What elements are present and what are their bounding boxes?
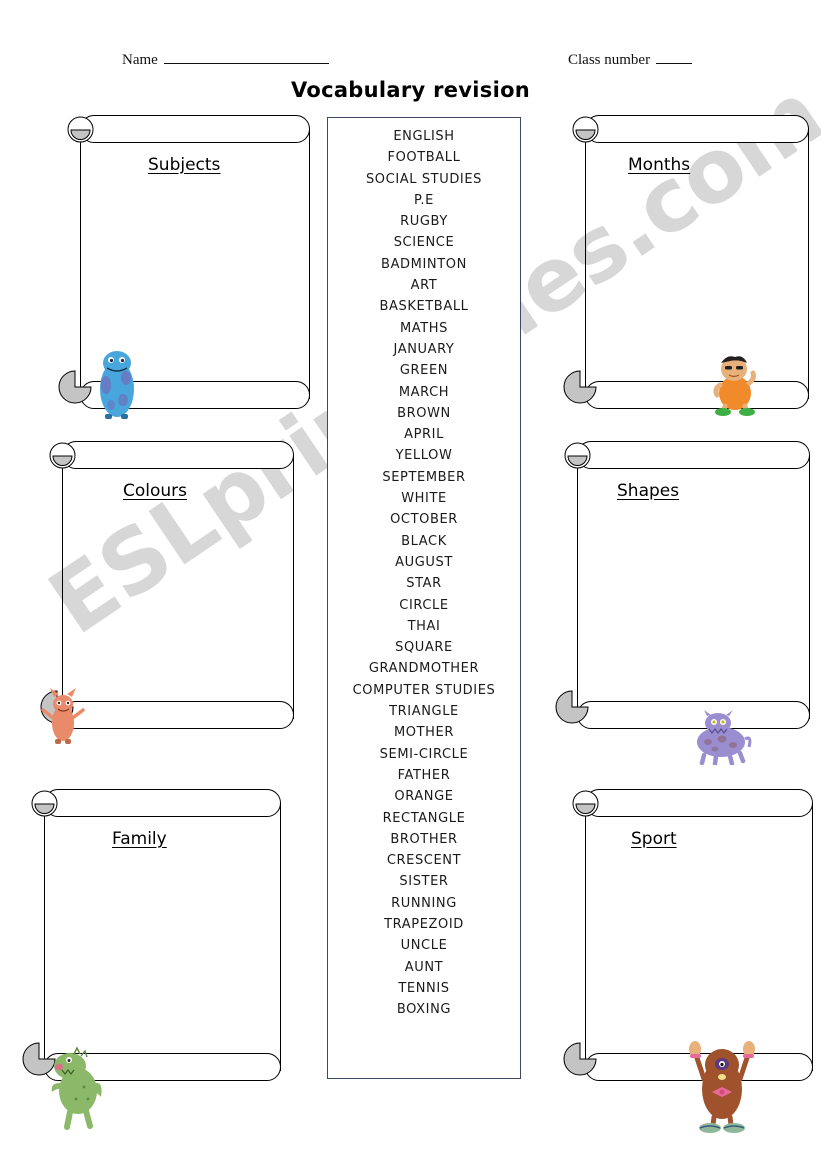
- panel-bottom-roll-months: [585, 381, 809, 409]
- word-bank-item: SQUARE: [395, 640, 453, 656]
- scroll-curl-top-icon: [67, 116, 94, 143]
- word-bank-item: COMPUTER STUDIES: [352, 682, 496, 698]
- word-bank-item: GREEN: [399, 363, 449, 379]
- word-bank: ENGLISH FOOTBALL SOCIAL STUDIES P.E RUGBY SCI…: [327, 117, 521, 1079]
- panel-bottom-roll-colours: [62, 701, 294, 729]
- orange-monster-icon: [41, 688, 85, 744]
- word-bank-item: WHITE: [401, 491, 447, 507]
- scroll-curl-top-icon: [31, 790, 58, 817]
- class-number-write-line[interactable]: [656, 50, 693, 64]
- word-bank-item: TENNIS: [398, 980, 450, 996]
- word-bank-item: GRANDMOTHER: [368, 661, 480, 677]
- word-bank-item: SISTER: [399, 874, 449, 890]
- word-bank-item: BROWN: [397, 405, 451, 421]
- word-bank-item: RECTANGLE: [382, 810, 466, 826]
- orange-caveman-icon: [713, 356, 756, 416]
- word-bank-item: FOOTBALL: [387, 150, 461, 166]
- word-bank-item: SEPTEMBER: [382, 469, 466, 485]
- panel-top-roll-family: [44, 789, 281, 817]
- green-dinosaur-monster-icon: [51, 1046, 102, 1130]
- word-bank-list: ENGLISH FOOTBALL SOCIAL STUDIES P.E RUGBY SCI…: [328, 126, 520, 1020]
- scroll-curl-bottom-icon: [563, 1042, 597, 1076]
- blue-furry-monster-icon: [100, 351, 134, 419]
- scroll-curl-top-icon: [572, 790, 599, 817]
- purple-spotted-monster-icon: [697, 710, 752, 765]
- brown-furry-monster-icon: [689, 1041, 755, 1133]
- panel-top-roll-shapes: [577, 441, 810, 469]
- word-bank-item: RUNNING: [391, 895, 457, 911]
- word-bank-item: BLACK: [401, 533, 447, 549]
- panel-body-sport[interactable]: [585, 803, 813, 1071]
- panel-top-roll-months: [585, 115, 809, 143]
- scroll-curl-top-icon: [49, 442, 76, 469]
- word-bank-item: FATHER: [397, 767, 451, 783]
- word-bank-item: ORANGE: [394, 789, 454, 805]
- word-bank-item: RUGBY: [400, 214, 448, 230]
- name-label: Name: [122, 52, 158, 68]
- category-label-family: Family: [112, 829, 167, 849]
- category-label-colours: Colours: [123, 481, 188, 501]
- word-bank-item: SCIENCE: [393, 235, 455, 251]
- word-bank-item: TRAPEZOID: [384, 916, 464, 932]
- category-panel-family[interactable]: Family: [22, 789, 292, 1130]
- word-bank-item: BROTHER: [390, 831, 458, 847]
- word-bank-item: SEMI-CIRCLE: [379, 746, 469, 762]
- panel-body-shapes[interactable]: [577, 455, 810, 719]
- class-number-label: Class number: [568, 52, 651, 68]
- category-panel-months[interactable]: Months: [563, 115, 809, 416]
- scroll-curl-top-icon: [564, 442, 591, 469]
- word-bank-item: AUGUST: [395, 554, 453, 570]
- word-bank-item: THAI: [407, 618, 441, 634]
- word-bank-item: APRIL: [404, 427, 444, 443]
- category-label-months: Months: [628, 155, 691, 175]
- category-panel-subjects[interactable]: Subjects: [58, 115, 313, 419]
- word-bank-item: STAR: [406, 576, 442, 592]
- word-bank-item: MOTHER: [393, 725, 454, 741]
- name-field[interactable]: Name: [122, 50, 329, 69]
- word-bank-item: CRESCENT: [386, 853, 462, 869]
- word-bank-item: BOXING: [396, 1002, 452, 1018]
- panel-top-roll-colours: [62, 441, 294, 469]
- word-bank-item: MARCH: [398, 384, 450, 400]
- word-bank-item: TRIANGLE: [389, 704, 459, 720]
- category-panel-sport[interactable]: Sport: [563, 789, 813, 1133]
- category-label-sport: Sport: [631, 829, 677, 849]
- word-bank-item: AUNT: [404, 959, 444, 975]
- word-bank-item: CIRCLE: [399, 597, 449, 613]
- panel-body-months[interactable]: [585, 129, 809, 399]
- class-number-field[interactable]: Class number: [568, 50, 693, 69]
- word-bank-item: JANUARY: [393, 341, 455, 357]
- scroll-curl-top-icon: [572, 116, 599, 143]
- word-bank-item: ENGLISH: [393, 129, 455, 144]
- word-bank-item: MATHS: [399, 320, 449, 336]
- name-write-line[interactable]: [163, 50, 329, 64]
- panel-top-roll-sport: [585, 789, 813, 817]
- page-title: Vocabulary revision: [290, 78, 531, 102]
- category-label-subjects: Subjects: [148, 155, 221, 175]
- word-bank-item: BASKETBALL: [379, 299, 469, 315]
- word-bank-item: UNCLE: [400, 938, 448, 954]
- word-bank-item: SOCIAL STUDIES: [365, 171, 483, 187]
- scroll-curl-bottom-icon: [555, 690, 589, 724]
- category-panel-colours[interactable]: Colours: [40, 441, 305, 744]
- worksheet-page: Name Class number Vocabulary revision EN…: [0, 0, 821, 1169]
- category-panel-shapes[interactable]: Shapes: [555, 441, 810, 765]
- scroll-curl-bottom-icon: [58, 370, 92, 404]
- scroll-curl-bottom-icon: [563, 370, 597, 404]
- word-bank-item: BADMINTON: [381, 256, 467, 272]
- panel-top-roll-subjects: [80, 115, 310, 143]
- word-bank-item: ART: [410, 278, 438, 294]
- word-bank-item: OCTOBER: [390, 512, 458, 528]
- word-bank-item: P.E: [414, 192, 434, 208]
- category-label-shapes: Shapes: [617, 481, 680, 501]
- word-bank-item: YELLOW: [395, 448, 453, 464]
